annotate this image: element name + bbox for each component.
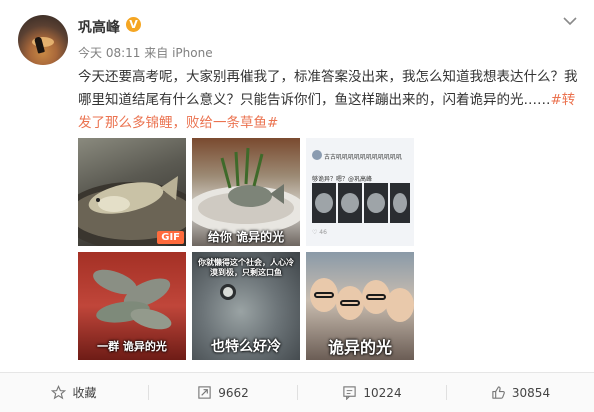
favorite-label: 收藏 (72, 386, 97, 400)
image-caption: 也特么好冷 (211, 339, 281, 355)
action-bar: 收藏 9662 10224 30854 (0, 373, 594, 412)
gif-badge: GIF (157, 231, 184, 244)
post-source[interactable]: iPhone (172, 46, 213, 60)
image-caption: 一群 诡异的光 (97, 340, 167, 353)
glasses (314, 292, 334, 298)
mini-sub: 够诡异？嗯？@巩高峰 (312, 176, 373, 183)
weibo-post-card: 巩高峰 V 今天 08:11 来自 iPhone 今天还要高考呢，大家别再催我了… (0, 0, 594, 412)
post-image-5[interactable]: 你就懒得这个社会，人心冷漠到极，只剩这口鱼 也特么好冷 (192, 252, 300, 360)
favorite-button[interactable]: 收藏 (0, 373, 148, 412)
post-image-6[interactable]: 诡异的光 (306, 252, 414, 360)
fish-eye (220, 284, 236, 300)
mini-thumb (364, 183, 388, 223)
repost-icon (197, 385, 212, 400)
comment-icon (342, 385, 357, 400)
mini-avatar (312, 150, 322, 160)
post-body: 今天还要高考呢，大家别再催我了，标准答案没出来，我怎么知道我想表达什么？我哪里知… (78, 69, 578, 108)
source-prefix: 来自 (144, 46, 169, 60)
fish-shape (128, 304, 174, 334)
glasses (366, 294, 386, 300)
post-image-4[interactable]: 一群 诡异的光 (78, 252, 186, 360)
mini-title: 古古叽叽叽叽叽叽叽叽叽叽叽 (324, 154, 403, 161)
mini-foot: ♡ 46 (312, 229, 327, 236)
comment-count: 10224 (363, 385, 402, 400)
post-meta: 今天 08:11 来自 iPhone (78, 44, 213, 61)
face (386, 288, 414, 322)
mini-thumb (390, 183, 410, 223)
image-caption: 给你 诡异的光 (207, 230, 285, 244)
post-time[interactable]: 今天 08:11 (78, 46, 140, 60)
mini-thumb (312, 183, 336, 223)
post-image-1[interactable]: GIF (78, 138, 186, 246)
thumbs-up-icon (491, 385, 506, 400)
mini-thumb (338, 183, 362, 223)
post-text: 今天还要高考呢，大家别再催我了，标准答案没出来，我怎么知道我想表达什么？我哪里知… (78, 66, 578, 135)
image-caption: 诡异的光 (327, 338, 392, 357)
image-grid: GIF 给你 诡异的光 古古叽叽叽叽叽叽叽叽叽叽叽 够诡异？嗯？@巩高峰 ♡ 4… (78, 138, 418, 364)
star-icon (51, 385, 67, 400)
repost-button[interactable]: 9662 (149, 373, 297, 412)
like-button[interactable]: 30854 (447, 373, 594, 412)
wok-fish-illustration (78, 176, 186, 246)
verified-badge-icon[interactable]: V (126, 17, 141, 32)
post-image-3[interactable]: 古古叽叽叽叽叽叽叽叽叽叽叽 够诡异？嗯？@巩高峰 ♡ 46 (306, 138, 414, 246)
like-count: 30854 (511, 385, 551, 400)
image-caption-top: 你就懒得这个社会，人心冷漠到极，只剩这口鱼 (198, 258, 294, 277)
post-image-2[interactable]: 给你 诡异的光 (192, 138, 300, 246)
glasses (340, 300, 360, 306)
repost-count: 9662 (218, 385, 249, 400)
username[interactable]: 巩高峰 (78, 17, 120, 37)
comment-button[interactable]: 10224 (298, 373, 446, 412)
avatar[interactable] (18, 15, 68, 65)
chevron-down-icon[interactable] (560, 14, 580, 30)
